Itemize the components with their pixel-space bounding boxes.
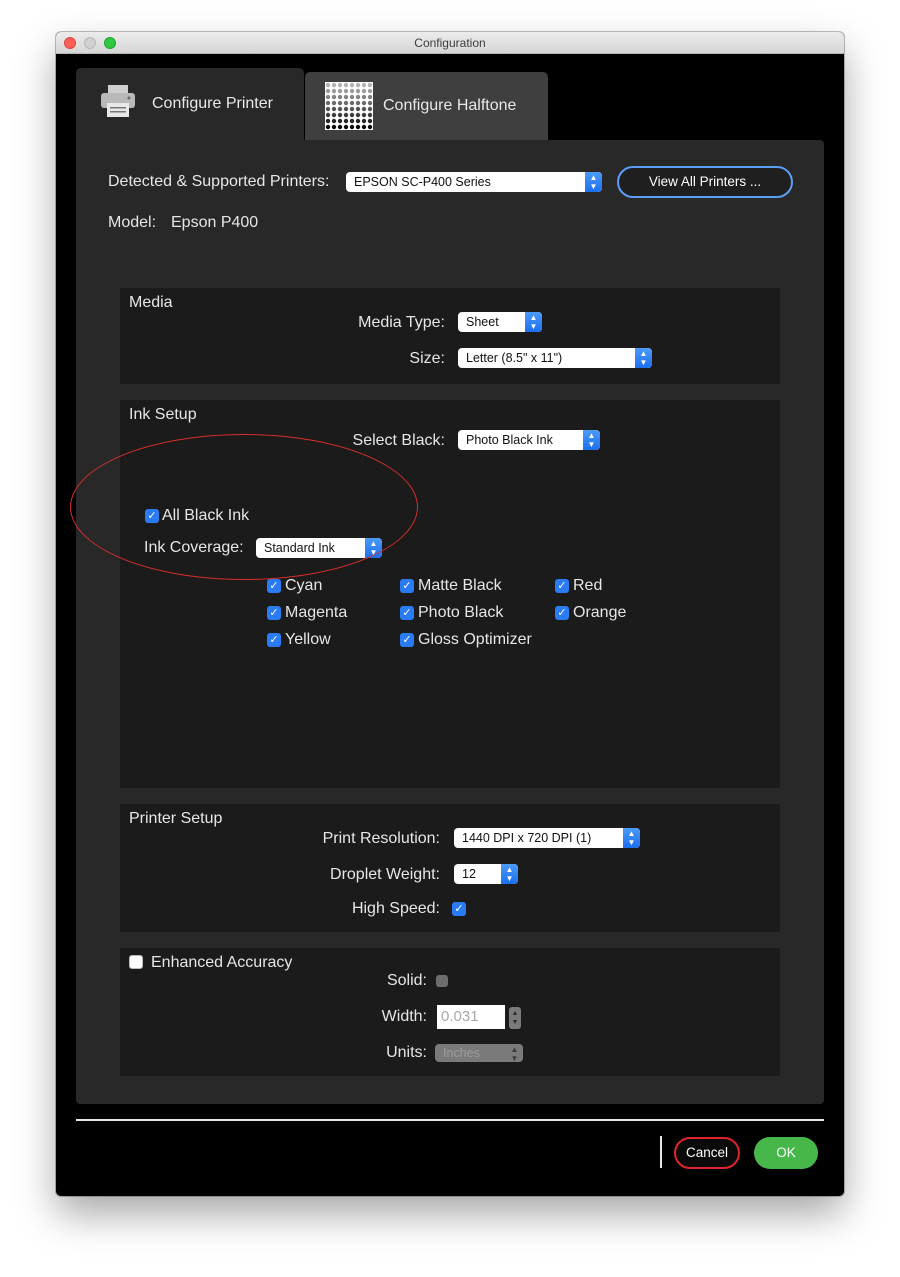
media-section: Media Media Type: Sheet ▲ ▼ Size: Letter … bbox=[120, 288, 780, 384]
window-title: Configuration bbox=[414, 36, 486, 50]
size-select[interactable]: Letter (8.5" x 11") ▲ ▼ bbox=[458, 348, 652, 368]
ink-magenta-label: Magenta bbox=[285, 604, 348, 621]
high-speed-checkbox[interactable]: ✓ bbox=[452, 902, 466, 916]
ink-gloss-optimizer-label: Gloss Optimizer bbox=[418, 631, 532, 648]
size-value: Letter (8.5" x 11") bbox=[466, 351, 563, 365]
enhanced-accuracy-checkbox[interactable] bbox=[129, 955, 143, 969]
print-resolution-value: 1440 DPI x 720 DPI (1) bbox=[462, 831, 592, 845]
ink-orange-label: Orange bbox=[573, 604, 627, 621]
title-bar: Configuration bbox=[56, 32, 844, 54]
checkmark-icon: ✓ bbox=[557, 607, 567, 619]
chevron-up-down-icon: ▲ ▼ bbox=[501, 864, 518, 884]
printer-setup-section: Printer Setup Print Resolution: 1440 DPI… bbox=[120, 804, 780, 932]
ink-cyan-label: Cyan bbox=[285, 577, 323, 594]
print-resolution-select[interactable]: 1440 DPI x 720 DPI (1) ▲ ▼ bbox=[454, 828, 640, 848]
ink-yellow-label: Yellow bbox=[285, 631, 331, 648]
footer-separator bbox=[660, 1136, 662, 1168]
width-label: Width: bbox=[381, 1008, 427, 1025]
chevron-up-down-icon: ▲ ▼ bbox=[506, 1044, 523, 1062]
tab-configure-printer[interactable]: Configure Printer bbox=[76, 68, 304, 140]
checkmark-icon: ✓ bbox=[557, 580, 567, 592]
tab-configure-halftone[interactable]: Configure Halftone bbox=[305, 72, 548, 140]
model-value: Epson P400 bbox=[171, 214, 259, 231]
configuration-window: Configuration Configure Printer Configur… bbox=[56, 32, 844, 1196]
select-black-value: Photo Black Ink bbox=[466, 433, 553, 447]
enhanced-accuracy-section: Enhanced Accuracy Solid: Width: 0.031 ▲ ▼… bbox=[120, 948, 780, 1076]
detected-printers-label: Detected & Supported Printers: bbox=[108, 173, 330, 190]
halftone-icon bbox=[325, 82, 373, 130]
detected-printers-select[interactable]: EPSON SC-P400 Series ▲ ▼ bbox=[346, 172, 602, 192]
cancel-button[interactable]: Cancel bbox=[674, 1137, 740, 1169]
detected-printers-value: EPSON SC-P400 Series bbox=[354, 175, 491, 189]
enhanced-accuracy-label: Enhanced Accuracy bbox=[151, 954, 293, 971]
checkmark-icon: ✓ bbox=[402, 607, 412, 619]
media-type-value: Sheet bbox=[466, 315, 499, 329]
ink-setup-section-title: Ink Setup bbox=[129, 406, 197, 423]
ink-cyan-checkbox[interactable]: ✓ bbox=[267, 579, 281, 593]
configure-printer-panel: Detected & Supported Printers: EPSON SC-… bbox=[76, 140, 824, 1104]
size-label: Size: bbox=[409, 350, 445, 367]
high-speed-label: High Speed: bbox=[351, 900, 440, 917]
ink-orange-checkbox[interactable]: ✓ bbox=[555, 606, 569, 620]
droplet-weight-label: Droplet Weight: bbox=[330, 866, 440, 883]
print-resolution-label: Print Resolution: bbox=[322, 830, 440, 847]
chevron-up-down-icon: ▲ ▼ bbox=[525, 312, 542, 332]
checkmark-icon: ✓ bbox=[269, 634, 279, 646]
checkmark-icon: ✓ bbox=[269, 607, 279, 619]
tab-configure-halftone-label: Configure Halftone bbox=[383, 97, 517, 114]
media-type-label: Media Type: bbox=[358, 314, 445, 331]
solid-label: Solid: bbox=[386, 972, 427, 989]
checkmark-icon: ✓ bbox=[454, 903, 464, 915]
units-label: Units: bbox=[386, 1044, 427, 1061]
checkmark-icon: ✓ bbox=[269, 580, 279, 592]
ink-yellow-checkbox[interactable]: ✓ bbox=[267, 633, 281, 647]
chevron-up-down-icon: ▲ ▼ bbox=[635, 348, 652, 368]
width-stepper[interactable]: ▲ ▼ bbox=[509, 1007, 521, 1029]
view-all-printers-button[interactable]: View All Printers ... bbox=[617, 166, 793, 198]
ink-magenta-checkbox[interactable]: ✓ bbox=[267, 606, 281, 620]
tab-configure-printer-label: Configure Printer bbox=[152, 95, 273, 112]
ink-gloss-optimizer-checkbox[interactable]: ✓ bbox=[400, 633, 414, 647]
units-select[interactable]: Inches ▲ ▼ bbox=[435, 1044, 523, 1062]
chevron-up-down-icon: ▲ ▼ bbox=[583, 430, 600, 450]
annotation-ellipse bbox=[70, 434, 418, 580]
chevron-up-down-icon: ▲ ▼ bbox=[623, 828, 640, 848]
media-section-title: Media bbox=[129, 294, 173, 311]
width-input[interactable]: 0.031 bbox=[437, 1005, 505, 1029]
droplet-weight-value: 12 bbox=[462, 867, 476, 881]
ink-photo-black-label: Photo Black bbox=[418, 604, 504, 621]
media-type-select[interactable]: Sheet ▲ ▼ bbox=[458, 312, 542, 332]
ink-photo-black-checkbox[interactable]: ✓ bbox=[400, 606, 414, 620]
checkmark-icon: ✓ bbox=[402, 634, 412, 646]
printer-icon bbox=[101, 85, 135, 117]
select-black-select[interactable]: Photo Black Ink ▲ ▼ bbox=[458, 430, 600, 450]
ink-matte-black-checkbox[interactable]: ✓ bbox=[400, 579, 414, 593]
ink-red-label: Red bbox=[573, 577, 603, 594]
printer-setup-section-title: Printer Setup bbox=[129, 810, 223, 827]
model-label: Model: bbox=[108, 214, 157, 231]
chevron-up-down-icon: ▲ ▼ bbox=[585, 172, 602, 192]
ink-matte-black-label: Matte Black bbox=[418, 577, 502, 594]
ok-button[interactable]: OK bbox=[754, 1137, 818, 1169]
solid-checkbox[interactable] bbox=[436, 975, 448, 987]
checkmark-icon: ✓ bbox=[402, 580, 412, 592]
droplet-weight-select[interactable]: 12 ▲ ▼ bbox=[454, 864, 518, 884]
ink-red-checkbox[interactable]: ✓ bbox=[555, 579, 569, 593]
footer-divider bbox=[76, 1119, 824, 1121]
units-value: Inches bbox=[443, 1046, 480, 1060]
